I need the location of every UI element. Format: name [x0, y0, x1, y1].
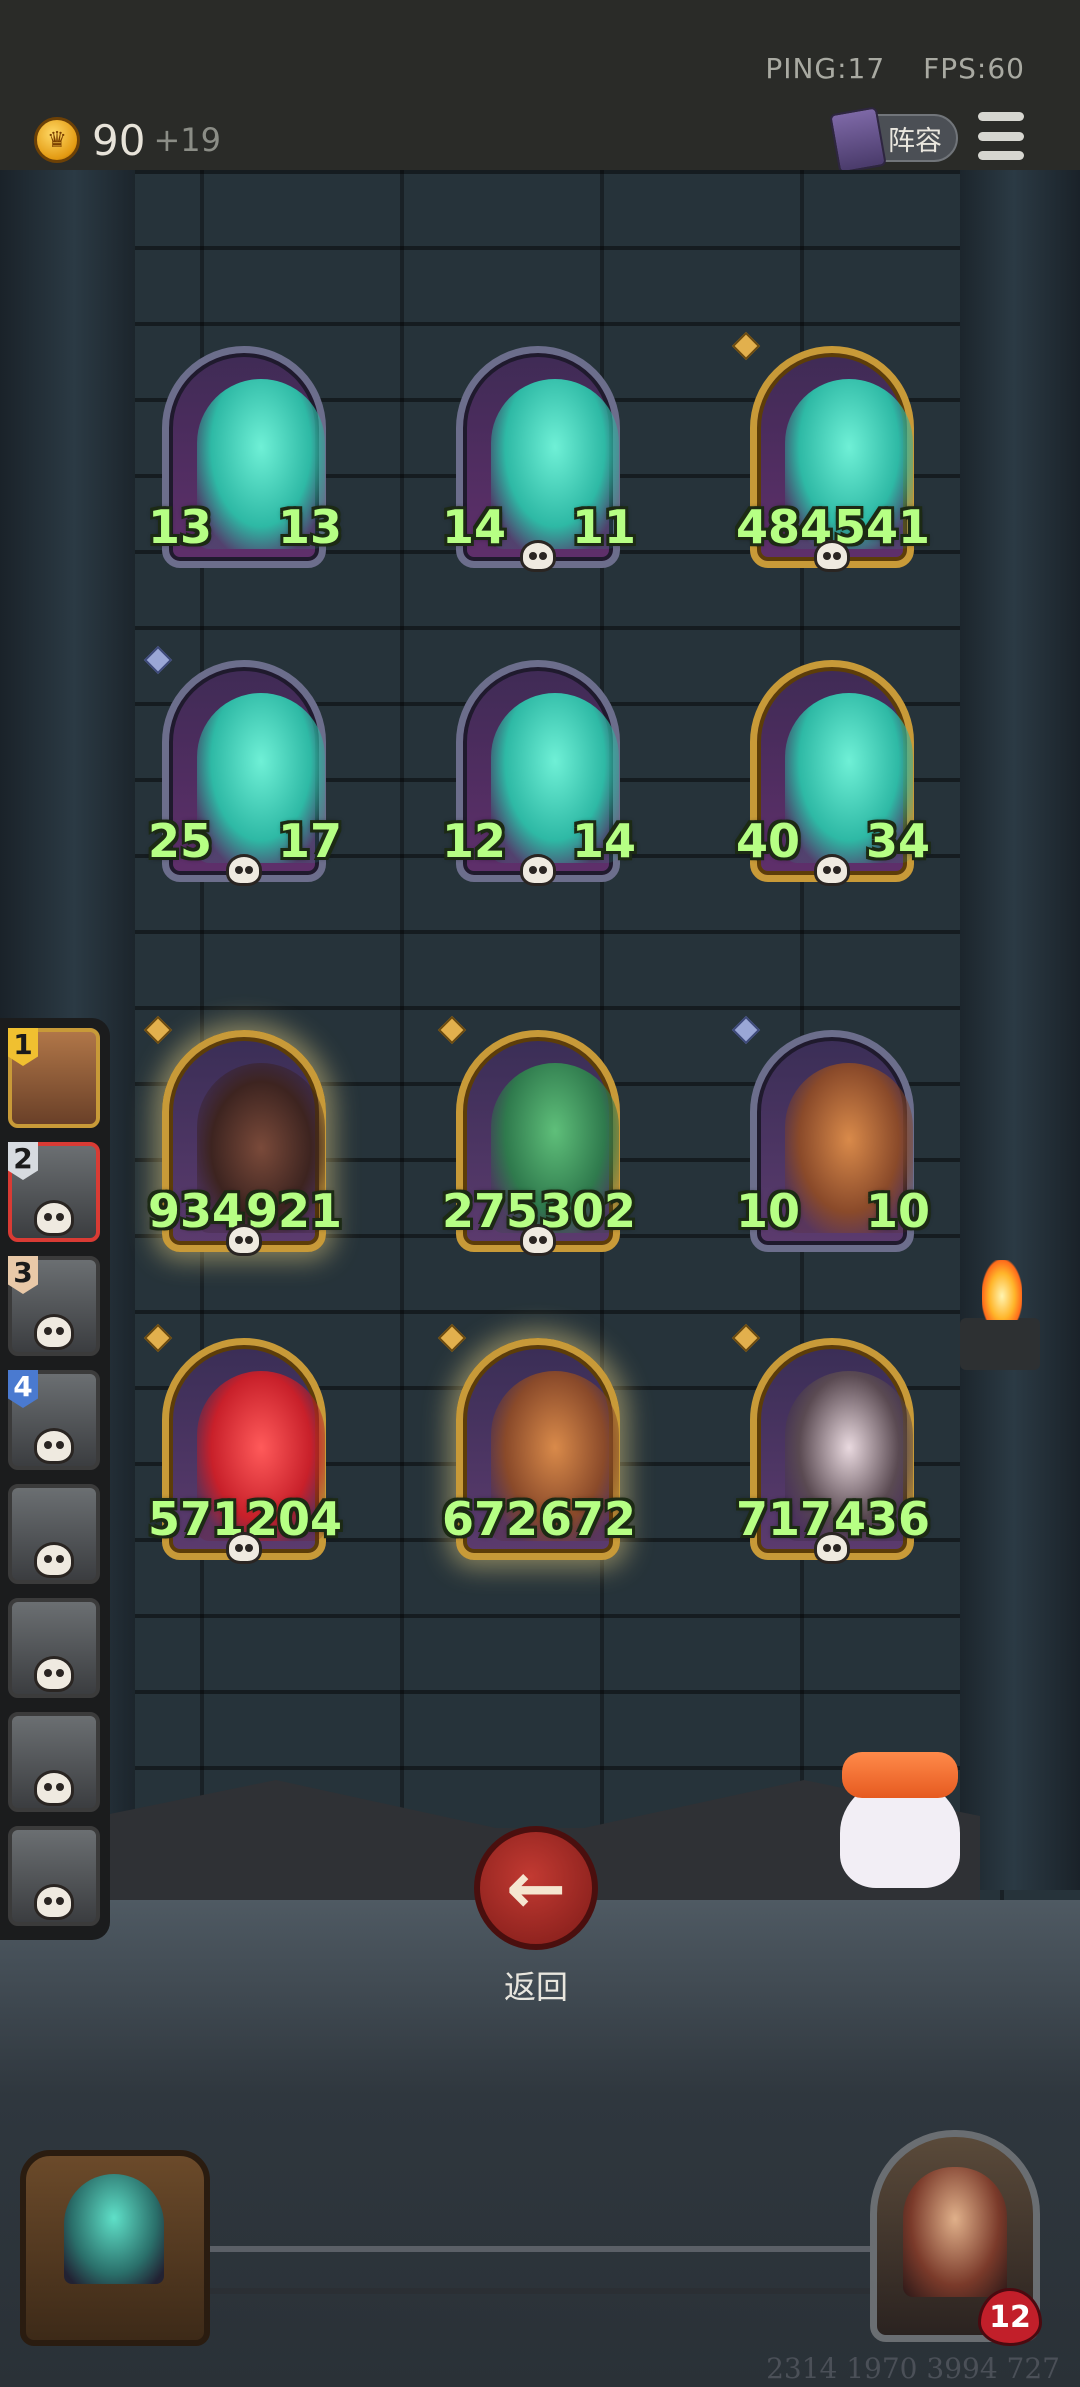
skull-icon — [226, 854, 262, 886]
hero-face — [903, 2167, 1007, 2297]
unit-card[interactable]: 12 14 — [442, 656, 636, 886]
player-slot-7[interactable] — [8, 1712, 100, 1812]
skull-icon — [814, 540, 850, 572]
attack-value: 12 — [442, 814, 507, 876]
skull-icon — [34, 1770, 74, 1806]
unit-card[interactable]: 672 672 — [437, 1323, 636, 1562]
unit-card[interactable]: 717 436 — [731, 1323, 930, 1564]
bottom-rail — [200, 2246, 880, 2294]
skull-icon — [34, 1314, 74, 1350]
health-value: 672 — [539, 1492, 636, 1554]
skull-icon — [226, 1532, 262, 1564]
back-button[interactable]: ← — [474, 1826, 598, 1950]
rank-badge: 4 — [8, 1370, 38, 1408]
health-value: 921 — [245, 1184, 342, 1246]
arrow-left-icon: ← — [505, 1846, 567, 1930]
gold-counter: ♛ 90 +19 — [34, 112, 221, 168]
ping-label: PING:17 — [765, 52, 886, 85]
attack-value: 672 — [442, 1492, 539, 1554]
player-slot-8[interactable] — [8, 1826, 100, 1926]
menu-icon[interactable] — [978, 112, 1024, 160]
player-ranking-sidebar: 1 2 3 4 — [0, 1018, 110, 1940]
rank-badge: 1 — [8, 1028, 38, 1066]
skull-icon — [226, 1224, 262, 1256]
player-slot-2[interactable]: 2 — [8, 1142, 100, 1242]
chest-portrait — [64, 2174, 164, 2284]
skull-icon — [34, 1656, 74, 1692]
attack-value: 40 — [736, 814, 801, 876]
health-value: 11 — [569, 500, 636, 562]
unit-card[interactable]: 571 204 — [143, 1323, 342, 1564]
player-slot-3[interactable]: 3 — [8, 1256, 100, 1356]
back-label: 返回 — [503, 1968, 568, 2006]
health-value: 10 — [863, 1184, 930, 1246]
gold-amount: 90 — [92, 115, 146, 165]
skull-icon — [520, 854, 556, 886]
rank-badge: 2 — [8, 1142, 38, 1180]
skull-icon — [814, 854, 850, 886]
unit-card[interactable]: 14 11 — [442, 342, 636, 572]
skull-icon — [34, 1884, 74, 1920]
health-value: 541 — [833, 500, 930, 562]
health-value: 204 — [245, 1492, 342, 1554]
unit-card[interactable]: 484 541 — [731, 331, 930, 572]
unit-card[interactable]: 10 10 — [731, 1015, 930, 1254]
health-value: 13 — [275, 500, 342, 562]
player-slot-4[interactable]: 4 — [8, 1370, 100, 1470]
torch-flame-icon — [982, 1260, 1022, 1320]
unit-card[interactable]: 275 302 — [437, 1015, 636, 1256]
torch-holder — [960, 1318, 1040, 1370]
attack-value: 14 — [442, 500, 507, 562]
health-value: 17 — [275, 814, 342, 876]
health-value: 14 — [569, 814, 636, 876]
attack-value: 25 — [148, 814, 213, 876]
fps-label: FPS:60 — [923, 52, 1025, 85]
right-pillar — [960, 170, 1080, 1890]
unit-card[interactable]: 25 17 — [143, 645, 342, 886]
skull-icon — [34, 1200, 74, 1236]
skull-icon — [34, 1542, 74, 1578]
skull-icon — [814, 1532, 850, 1564]
health-value: 302 — [539, 1184, 636, 1246]
player-slot-6[interactable] — [8, 1598, 100, 1698]
attack-value: 10 — [736, 1184, 801, 1246]
attack-value: 13 — [148, 500, 213, 562]
player-slot-1[interactable]: 1 — [8, 1028, 100, 1128]
gold-income: +19 — [153, 121, 221, 159]
health-value: 436 — [833, 1492, 930, 1554]
book-icon — [829, 106, 887, 174]
unit-card[interactable]: 13 13 — [148, 342, 342, 570]
gold-coin-icon: ♛ — [34, 117, 80, 163]
skull-icon — [520, 1224, 556, 1256]
player-slot-5[interactable] — [8, 1484, 100, 1584]
top-bar: PING:17 FPS:60 ♛ 90 +19 阵容 — [0, 0, 1080, 174]
health-value: 34 — [863, 814, 930, 876]
treasure-chest-button[interactable] — [20, 2150, 210, 2346]
skull-icon — [34, 1428, 74, 1464]
team-lineup-button[interactable]: 阵容 — [829, 106, 958, 174]
unit-card[interactable]: 934 921 — [143, 1015, 342, 1256]
skull-icon — [520, 540, 556, 572]
team-lineup-label: 阵容 — [888, 125, 942, 157]
unit-card[interactable]: 40 34 — [736, 656, 930, 886]
sushi-mascot-icon[interactable] — [836, 1708, 964, 1894]
rank-badge: 3 — [8, 1256, 38, 1294]
network-stats: PING:17 FPS:60 — [727, 52, 1025, 85]
player-uid: 2314 1970 3994 727 — [766, 2352, 1060, 2385]
